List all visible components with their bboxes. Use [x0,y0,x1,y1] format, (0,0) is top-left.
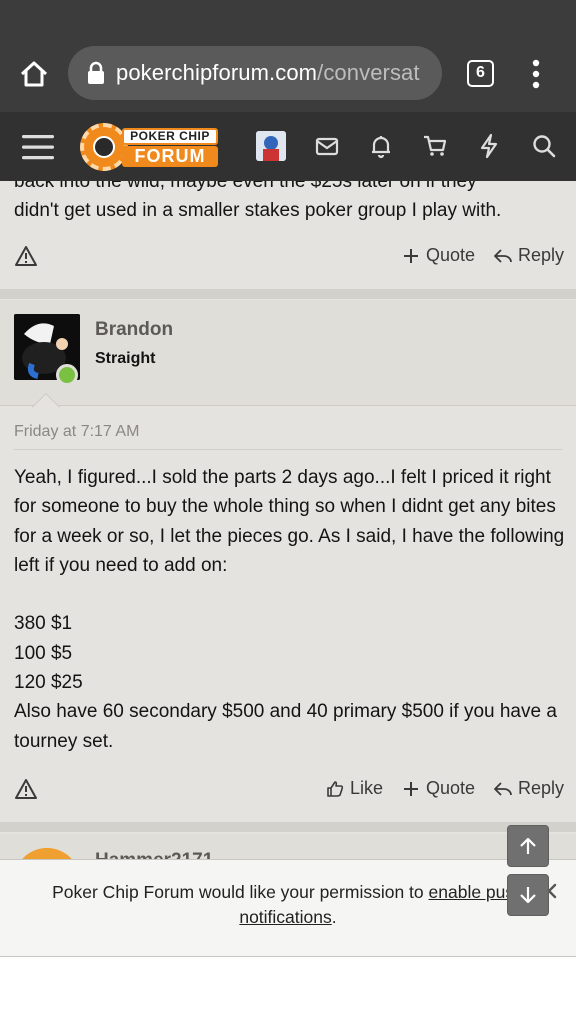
url-text: pokerchipforum.com/conversat [116,60,420,85]
arrow-up-icon [520,837,536,854]
post-separator [0,289,576,299]
quote-label: Quote [426,778,476,798]
post-date[interactable]: Friday at 7:17 AM [14,423,139,441]
post-body: Yeah, I figured...I sold the parts 2 day… [14,463,570,756]
prev-post-text-cut: back into the wild, maybe even the $25s … [14,181,477,192]
user-title: Straight [95,350,156,367]
arrow-down-icon [520,887,536,904]
prev-post-actions: Quote Reply [0,237,576,277]
push-notification-banner: Poker Chip Forum would like your permiss… [0,859,576,957]
thumbs-up-icon [327,780,344,797]
lock-icon [88,61,104,84]
post-separator [0,822,576,832]
account-avatar[interactable] [256,131,286,161]
browser-toolbar: pokerchipforum.com/conversat 6 [0,0,576,112]
plus-icon [404,781,418,796]
notification-message: Poker Chip Forum would like your permiss… [52,882,429,902]
quote-label: Quote [426,245,476,265]
site-logo[interactable]: POKER CHIP FORUM [80,122,220,172]
logo-text-top: POKER CHIP [122,128,218,145]
cart-icon[interactable] [421,132,449,160]
report-icon[interactable] [14,778,38,800]
tab-switcher-button[interactable]: 6 [467,60,494,87]
post-user-header: Brandon Straight [0,300,576,406]
page-bottom-area [0,957,576,1024]
more-vert-icon[interactable] [524,58,548,90]
menu-icon[interactable] [22,134,54,160]
inbox-icon[interactable] [313,132,341,160]
address-bar[interactable]: pokerchipforum.com/conversat [68,46,442,100]
reply-label: Reply [518,245,565,265]
report-icon[interactable] [14,245,38,267]
site-header: POKER CHIP FORUM [0,112,576,181]
like-label: Like [350,778,384,798]
avatar-image-icon [256,131,286,161]
scroll-to-bottom-button[interactable] [507,874,549,916]
reply-button[interactable]: Reply [494,245,564,266]
quote-button[interactable]: Quote [402,778,475,799]
quote-button[interactable]: Quote [402,245,475,266]
date-divider [14,449,562,450]
reply-button[interactable]: Reply [494,778,564,799]
prev-post-text: didn't get used in a smaller stakes poke… [14,200,502,221]
post-author[interactable]: Brandon [95,319,173,341]
online-status-icon [56,364,78,386]
reply-icon [494,781,512,796]
bolt-icon[interactable] [475,132,503,160]
home-icon[interactable] [14,54,54,94]
notification-period: . [331,907,337,927]
post-actions: Like Quote Reply [0,770,576,810]
plus-icon [404,248,418,263]
scroll-to-top-button[interactable] [507,825,549,867]
search-icon[interactable] [530,132,558,160]
logo-text-bottom: FORUM [122,146,218,167]
reply-icon [494,248,512,263]
like-button[interactable]: Like [326,778,383,799]
post-message: Yeah, I figured...I sold the parts 2 day… [14,467,565,752]
notification-text: Poker Chip Forum would like your permiss… [20,880,556,930]
reply-label: Reply [518,778,565,798]
bell-icon[interactable] [367,132,395,160]
chip-logo-icon [80,123,128,171]
